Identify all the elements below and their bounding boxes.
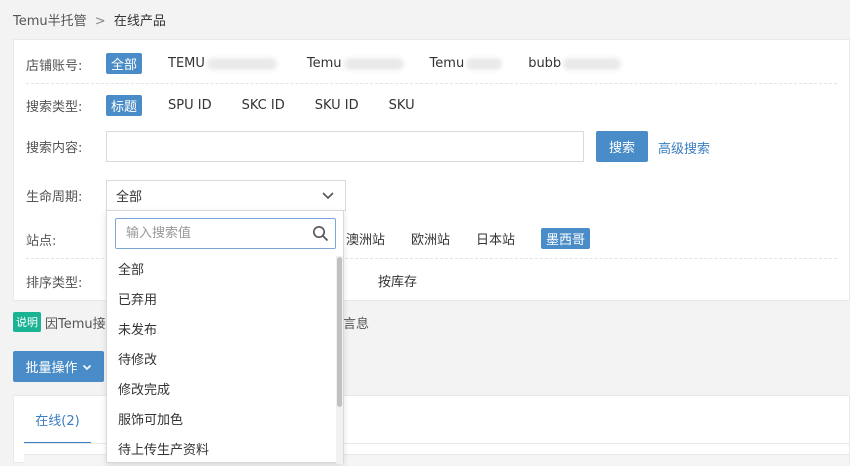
breadcrumb: Temu半托管 > 在线产品 [13, 10, 166, 29]
dropdown-search-box [115, 218, 336, 249]
redacted-text [563, 57, 622, 70]
sort-type-label: 排序类型: [26, 276, 83, 291]
site-option-mexico[interactable]: 墨西哥 [541, 228, 591, 249]
lifecycle-selected-value: 全部 [116, 190, 143, 205]
lifecycle-label: 生命周期: [26, 190, 83, 205]
dropdown-option-edit-complete[interactable]: 修改完成 [107, 376, 337, 406]
search-type-sku-id[interactable]: SKU ID [315, 98, 359, 113]
breadcrumb-current: 在线产品 [113, 14, 166, 29]
dropdown-option-unpublished[interactable]: 未发布 [107, 316, 337, 346]
search-type-options: 标题 SPU ID SKC ID SKU ID SKU [106, 95, 441, 116]
dropdown-search-input[interactable] [124, 219, 308, 248]
dropdown-option-all[interactable]: 全部 [107, 256, 337, 286]
note-badge: 说明 [13, 312, 41, 332]
dropdown-option-deprecated[interactable]: 已弃用 [107, 286, 337, 316]
store-option-all[interactable]: 全部 [106, 53, 143, 74]
breadcrumb-root[interactable]: Temu半托管 [13, 14, 87, 29]
chevron-down-icon [82, 364, 91, 370]
search-input[interactable] [106, 131, 584, 162]
store-option-temu-1[interactable]: TEMU [168, 56, 277, 71]
tab-online[interactable]: 在线(2) [24, 396, 91, 444]
advanced-search-link[interactable]: 高级搜索 [658, 138, 710, 157]
search-type-sku[interactable]: SKU [389, 98, 415, 113]
store-label: 店铺账号: [26, 59, 83, 74]
note-text-start: 因Temu接 [45, 316, 106, 332]
search-icon [313, 226, 329, 242]
batch-operations-button[interactable]: 批量操作 [13, 351, 104, 382]
store-option-label: bubb [528, 56, 562, 71]
search-type-label: 搜索类型: [26, 100, 83, 115]
store-option-temu-3[interactable]: Temu [430, 56, 503, 71]
store-option-label: Temu [306, 56, 342, 71]
store-option-bubb[interactable]: bubb [528, 56, 622, 71]
sort-type-options: 按库存 [378, 271, 443, 290]
redacted-text [343, 57, 404, 70]
store-option-label: Temu [429, 56, 465, 71]
dropdown-option-pending-edit[interactable]: 待修改 [107, 346, 337, 376]
dropdown-option-apparel-color[interactable]: 服饰可加色 [107, 406, 337, 436]
store-option-label: TEMU [168, 56, 205, 71]
redacted-text [206, 57, 277, 70]
dropdown-scrollbar-thumb[interactable] [337, 257, 342, 407]
info-note: 说明 因Temu接 言息 [13, 312, 369, 332]
lifecycle-dropdown: 全部 已弃用 未发布 待修改 修改完成 服饰可加色 待上传生产资料 [106, 210, 344, 466]
search-type-spu-id[interactable]: SPU ID [168, 98, 212, 113]
sort-option-by-stock[interactable]: 按库存 [378, 271, 417, 290]
site-option-europe[interactable]: 欧洲站 [411, 229, 450, 248]
store-options: 全部 TEMU Temu Temu bubb [106, 53, 647, 74]
search-button[interactable]: 搜索 [596, 131, 648, 162]
store-option-temu-2[interactable]: Temu [307, 56, 404, 71]
note-text-end: 言息 [343, 316, 370, 332]
site-option-australia[interactable]: 澳洲站 [346, 229, 385, 248]
search-type-title[interactable]: 标题 [106, 95, 143, 116]
chevron-down-icon [322, 192, 334, 200]
search-content-label: 搜索内容: [26, 141, 83, 156]
site-option-japan[interactable]: 日本站 [476, 229, 515, 248]
dropdown-option-pending-production-data[interactable]: 待上传生产资料 [107, 436, 337, 466]
divider [26, 83, 837, 84]
site-options: 澳洲站 欧洲站 日本站 墨西哥 [346, 228, 616, 249]
search-type-skc-id[interactable]: SKC ID [242, 98, 285, 113]
breadcrumb-separator: > [94, 14, 106, 29]
dropdown-options: 全部 已弃用 未发布 待修改 修改完成 服饰可加色 待上传生产资料 [107, 256, 337, 466]
lifecycle-select[interactable]: 全部 [106, 180, 346, 211]
site-label: 站点: [26, 234, 57, 249]
redacted-text [466, 57, 503, 70]
batch-operations-label: 批量操作 [25, 361, 78, 376]
